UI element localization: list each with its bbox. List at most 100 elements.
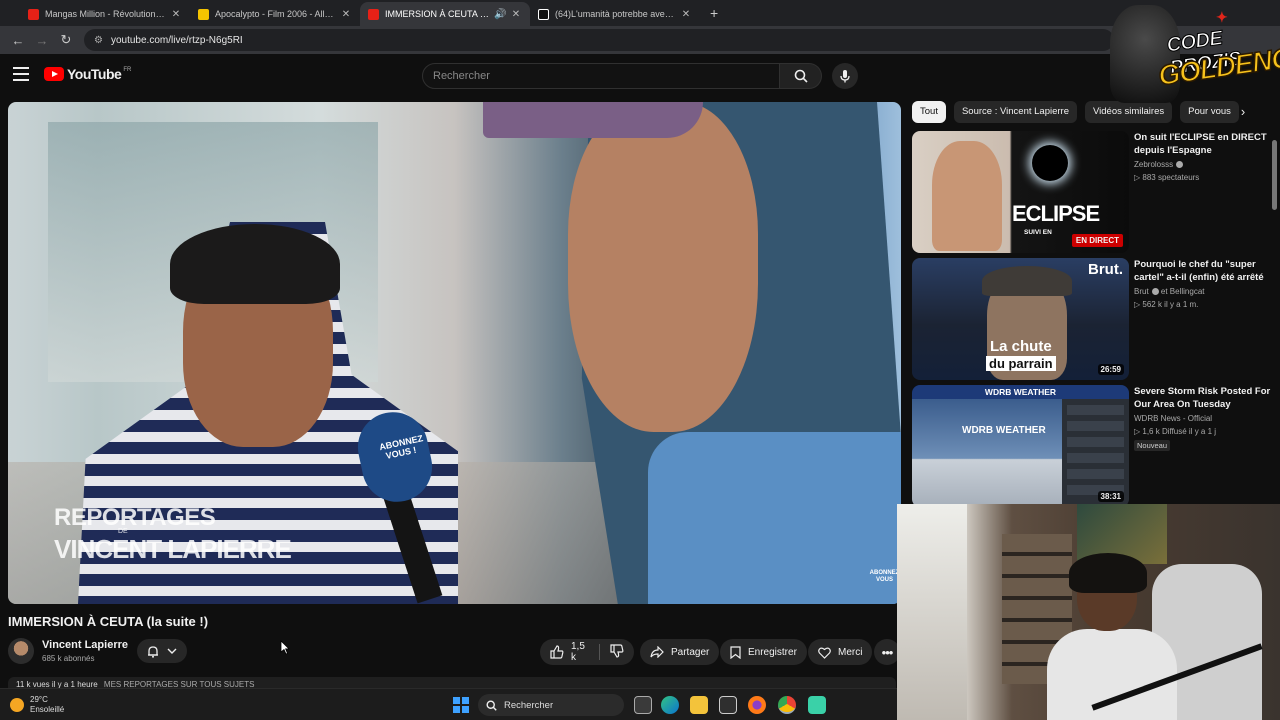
streamer — [1047, 553, 1177, 720]
thanks-button[interactable]: Merci — [808, 639, 873, 665]
menu-icon[interactable] — [13, 67, 29, 81]
recommendation-channel: Zebrolosss — [1134, 160, 1184, 169]
chip-source[interactable]: Source : Vincent Lapierre — [953, 101, 1077, 123]
bell-icon — [148, 645, 158, 658]
thumbnail-person — [932, 141, 1002, 251]
audio-playing-icon[interactable]: 🔊 — [494, 9, 506, 20]
dislike-button[interactable] — [610, 643, 624, 661]
weather-widget[interactable]: 29°C Ensoleillé — [10, 695, 64, 715]
like-count: 1,5 k — [571, 641, 585, 663]
url-text: youtube.com/live/rtzp-N6g5RI — [110, 34, 243, 46]
firefox-icon[interactable] — [748, 696, 766, 714]
youtube-favicon-icon — [28, 8, 39, 20]
thumbnail-subtext: SUIVI EN — [1024, 229, 1052, 236]
close-tab-icon[interactable]: ✕ — [170, 9, 182, 20]
chevron-down-icon — [167, 648, 177, 654]
app-icon[interactable] — [808, 696, 826, 714]
task-view-icon[interactable] — [634, 696, 652, 714]
taskbar-search[interactable]: Rechercher — [478, 694, 624, 716]
tab-immersion-ceuta[interactable]: IMMERSION À CEUTA (la sui 🔊 ✕ — [360, 2, 530, 26]
close-tab-icon[interactable]: ✕ — [680, 9, 692, 20]
channel-avatar[interactable] — [8, 638, 34, 664]
notification-bell-button[interactable] — [137, 639, 187, 663]
recommendation-thumbnail[interactable]: WDRB WEATHER WDRB WEATHER 38:31 — [912, 385, 1129, 507]
allocine-favicon-icon — [198, 8, 209, 20]
close-tab-icon[interactable]: ✕ — [340, 9, 352, 20]
youtube-play-icon — [44, 67, 64, 81]
channel-name[interactable]: Vincent Lapierre — [42, 639, 128, 651]
like-button[interactable] — [550, 645, 564, 659]
youtube-logo[interactable]: YouTube FR — [44, 66, 131, 82]
interviewer-head — [568, 102, 758, 432]
recommendation-title[interactable]: Pourquoi le chef du "super cartel" a-t-i… — [1134, 258, 1274, 284]
room-window — [897, 504, 967, 720]
recommendation-title[interactable]: On suit l'ECLIPSE en DIRECT depuis l'Esp… — [1134, 131, 1274, 157]
thumbs-up-icon — [550, 645, 564, 659]
microphone-icon — [840, 70, 850, 83]
search-input[interactable]: Rechercher — [422, 63, 780, 89]
windows-start-icon[interactable] — [453, 697, 469, 713]
sun-icon — [10, 698, 24, 712]
forward-button[interactable]: → — [30, 33, 54, 48]
recommendation-item[interactable]: Brut. La chute du parrain 26:59 Pourquoi… — [912, 258, 1272, 380]
interviewee-hair — [170, 224, 340, 304]
chip-all[interactable]: Tout — [912, 101, 946, 123]
tab-title: Apocalypto - Film 2006 - AlloCi — [215, 9, 336, 19]
recommendation-meta: ▷ 562 k il y a 1 m. — [1134, 300, 1199, 309]
tab-title: Mangas Million - Révolution de — [45, 9, 166, 19]
tab-tiktok[interactable]: (64)L'umanità potrebbe aver ap ✕ — [530, 2, 700, 26]
stream-logo-overlay: ✦ CODE PROZIS GOLDENG — [1106, 3, 1280, 105]
close-tab-icon[interactable]: ✕ — [510, 9, 522, 20]
more-icon: ••• — [881, 644, 894, 660]
recommendation-thumbnail[interactable]: Brut. La chute du parrain 26:59 — [912, 258, 1129, 380]
windows-taskbar: 29°C Ensoleillé Rechercher — [0, 688, 897, 720]
url-field[interactable]: ⚙ youtube.com/live/rtzp-N6g5RI — [84, 29, 1114, 51]
weather-condition: Ensoleillé — [30, 705, 65, 714]
temperature: 29°C — [30, 695, 48, 704]
back-button[interactable]: ← — [6, 33, 30, 48]
reload-button[interactable]: ↻ — [54, 32, 78, 48]
subscriber-count: 685 k abonnés — [42, 654, 95, 663]
interviewer-cap — [483, 102, 703, 138]
like-dislike-group: 1,5 k — [540, 639, 634, 665]
thumbnail-text: La chute — [990, 338, 1052, 355]
bookmark-icon — [730, 645, 741, 659]
brut-logo: Brut. — [1088, 261, 1123, 278]
streamer-hair — [1069, 553, 1147, 593]
voice-search-button[interactable] — [832, 63, 858, 89]
streamer-body — [1047, 629, 1177, 720]
store-icon[interactable] — [719, 696, 737, 714]
tab-mangas-million[interactable]: Mangas Million - Révolution de ✕ — [20, 2, 190, 26]
recommendation-item[interactable]: ECLIPSE SUIVI EN EN DIRECT On suit l'ECL… — [912, 131, 1272, 253]
watermark-reportages: REPORTAGES — [54, 504, 216, 531]
recommendation-item[interactable]: WDRB WEATHER WDRB WEATHER 38:31 Severe S… — [912, 385, 1272, 507]
recommendation-title[interactable]: Severe Storm Risk Posted For Our Area On… — [1134, 385, 1274, 411]
watermark-name: VINCENT LAPIERRE — [54, 534, 292, 564]
recommendation-meta: ▷ 1,6 k Diffusé il y a 1 j — [1134, 427, 1217, 436]
tab-apocalypto[interactable]: Apocalypto - Film 2006 - AlloCi ✕ — [190, 2, 360, 26]
logo-spark: ✦ — [1216, 9, 1228, 25]
video-player[interactable]: ABONNEZ VOUS ! REPORTAGES DE VINCENT LAP… — [8, 102, 901, 604]
site-info-icon[interactable]: ⚙ — [94, 35, 103, 46]
edge-icon[interactable] — [661, 696, 679, 714]
eclipse-graphic — [1032, 145, 1068, 181]
recommendation-channel: WDRB News - Official — [1134, 414, 1213, 423]
scrollbar[interactable] — [1272, 140, 1277, 210]
search-button[interactable] — [780, 63, 822, 89]
browser-tab-strip: Mangas Million - Révolution de ✕ Apocaly… — [0, 0, 1280, 26]
thumbnail-subtext: du parrain — [986, 356, 1056, 371]
tab-title: (64)L'umanità potrebbe aver ap — [555, 9, 676, 19]
file-explorer-icon[interactable] — [690, 696, 708, 714]
share-icon — [650, 646, 664, 658]
address-bar-row: ← → ↻ ⚙ youtube.com/live/rtzp-N6g5RI — [0, 26, 1280, 54]
verified-icon — [1151, 288, 1159, 295]
share-button[interactable]: Partager — [640, 639, 720, 665]
save-button[interactable]: Enregistrer — [720, 639, 807, 665]
studio-scene — [912, 399, 1062, 507]
youtube-favicon-icon — [368, 8, 379, 20]
chrome-icon[interactable] — [778, 696, 796, 714]
recommendation-thumbnail[interactable]: ECLIPSE SUIVI EN EN DIRECT — [912, 131, 1129, 253]
new-tab-button[interactable]: + — [700, 2, 728, 26]
share-label: Partager — [671, 646, 710, 658]
tiktok-favicon-icon — [538, 8, 549, 20]
